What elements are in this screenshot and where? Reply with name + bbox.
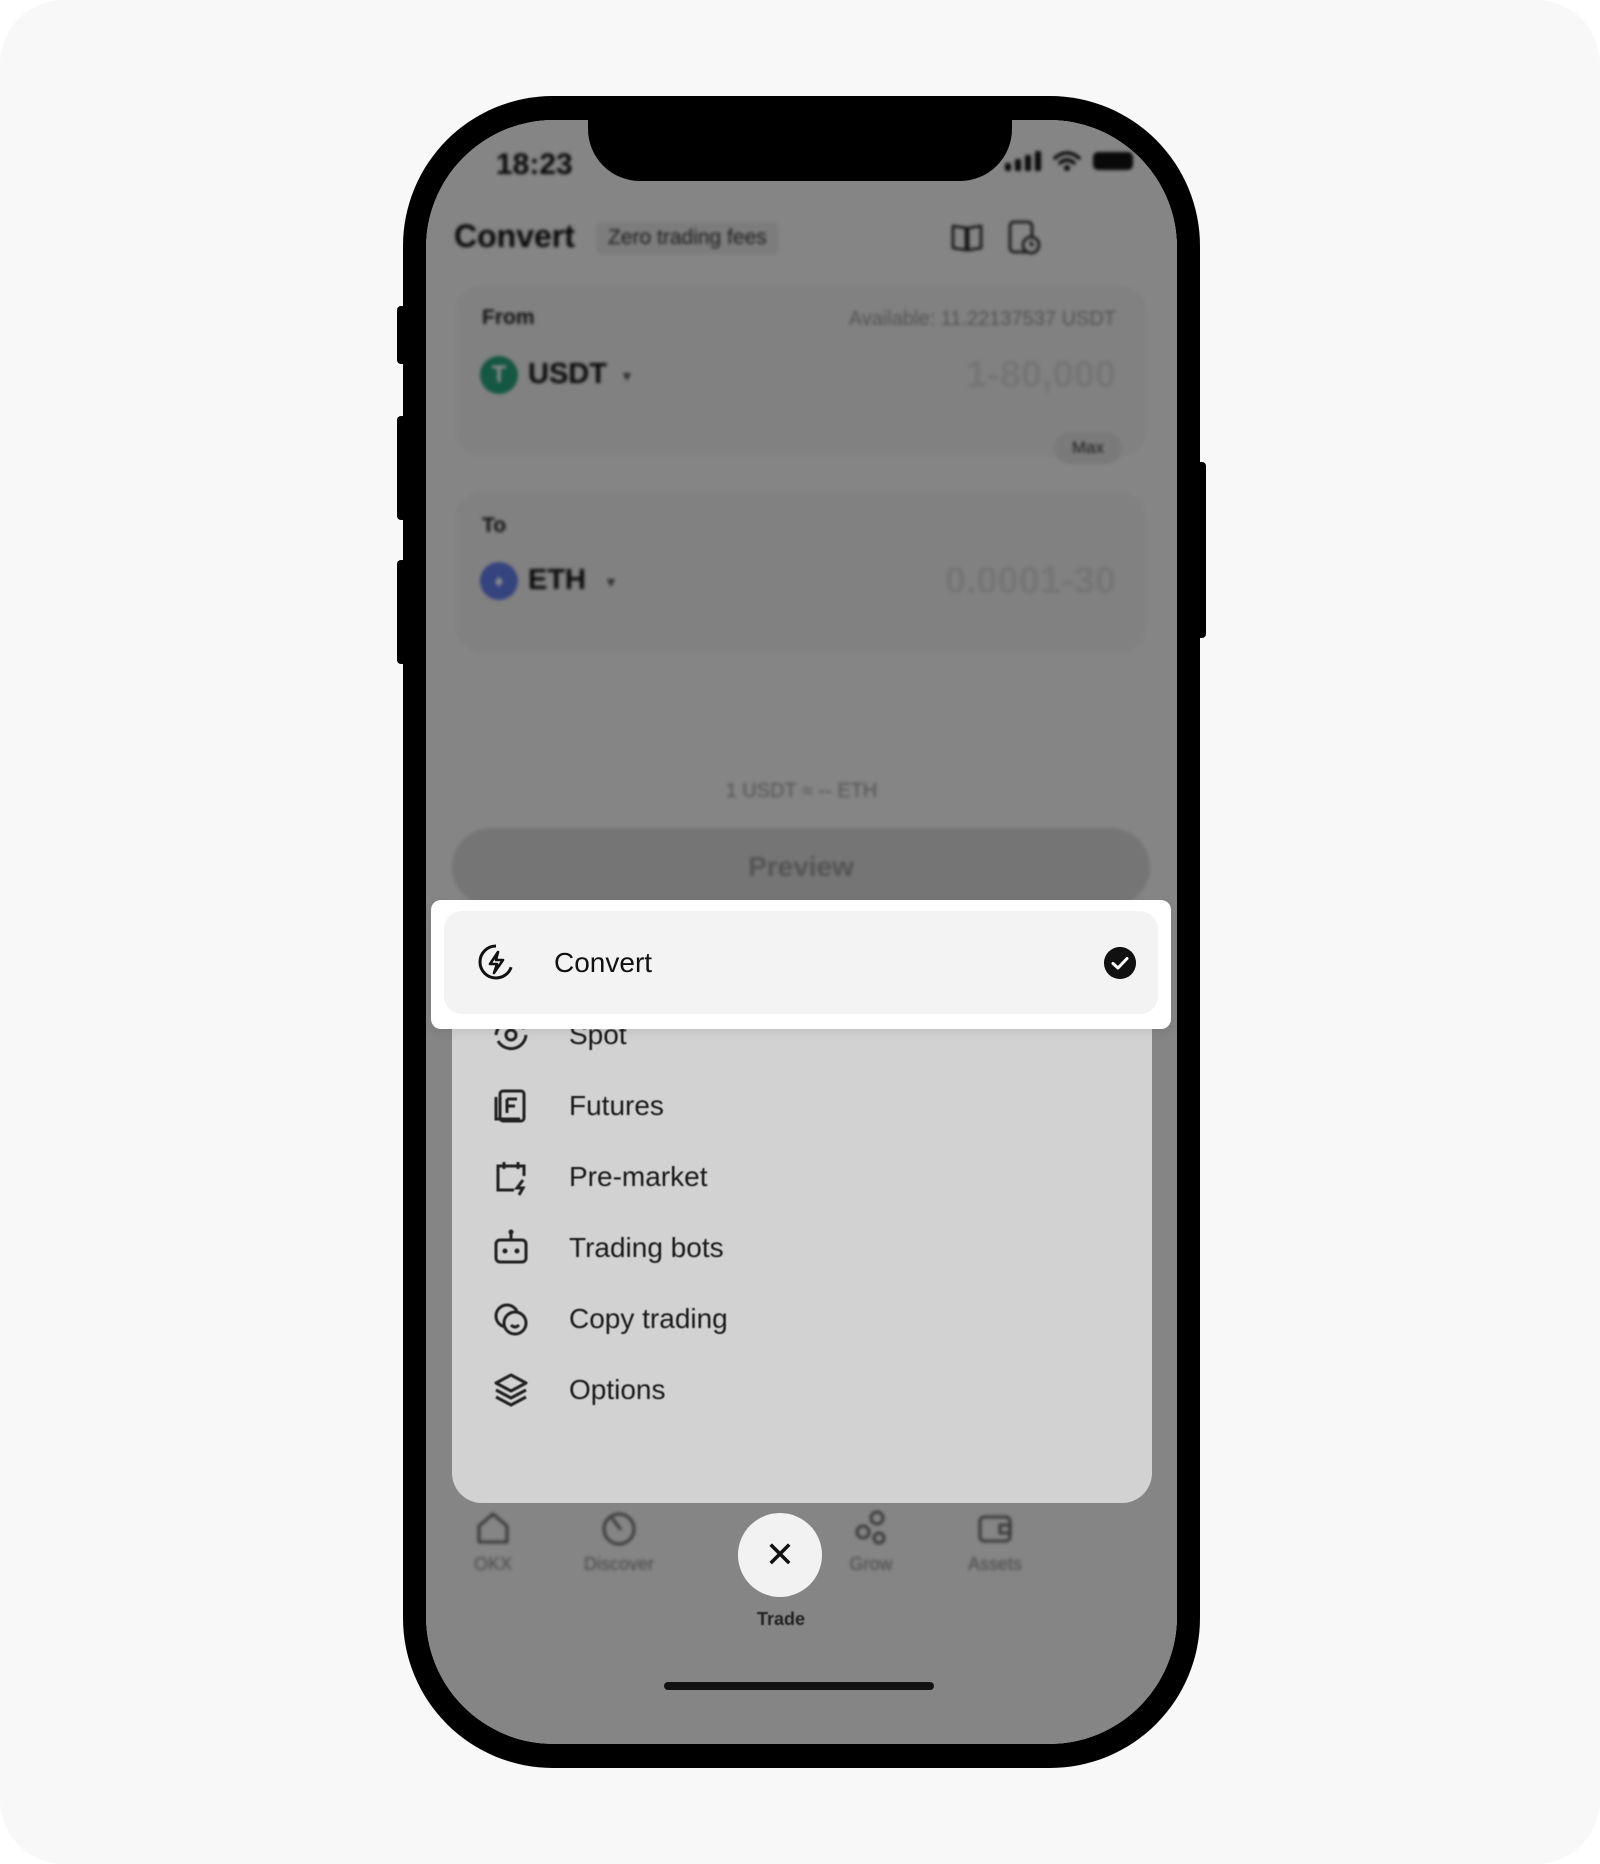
trading-bots-icon xyxy=(494,1229,528,1264)
phone-notch xyxy=(588,120,1012,181)
sheet-notch xyxy=(652,1462,952,1522)
options-icon xyxy=(494,1373,528,1407)
menu-item-label: Options xyxy=(569,1374,666,1405)
pre-market-icon xyxy=(496,1162,526,1196)
close-menu-button[interactable]: ✕ xyxy=(738,1513,822,1597)
tab-trade-label: Trade xyxy=(756,1609,806,1629)
menu-item-convert[interactable]: Convert xyxy=(431,900,1171,1029)
menu-item-options[interactable]: Options xyxy=(452,1348,1152,1432)
checkmark-icon xyxy=(1104,947,1136,979)
menu-item-label: Convert xyxy=(554,947,653,978)
futures-icon xyxy=(494,1089,526,1123)
phone-screen: 18:23 Convert Zero trading fees From Ava… xyxy=(426,120,1177,1744)
convert-icon xyxy=(478,944,514,980)
copy-trading-icon xyxy=(494,1303,528,1336)
phone-frame: 18:23 Convert Zero trading fees From Ava… xyxy=(403,96,1200,1768)
menu-item-convert-row[interactable]: Convert xyxy=(444,911,1158,1014)
home-indicator[interactable] xyxy=(664,1682,934,1690)
